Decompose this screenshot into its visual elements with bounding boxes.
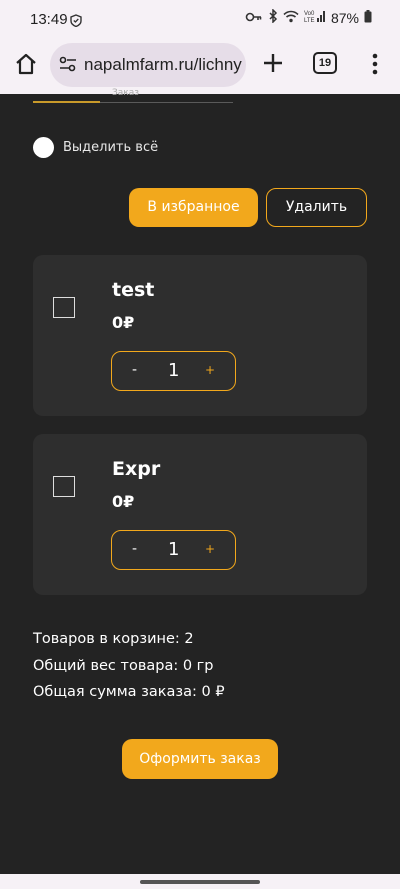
bluetooth-icon xyxy=(268,8,278,26)
cart-item: Expr 0₽ - 1 + xyxy=(33,434,367,595)
status-bar: 13:49 Vo0 LTE 87% xyxy=(0,0,400,38)
address-bar[interactable]: napalmfarm.ru/lichny xyxy=(50,43,246,87)
item-checkbox[interactable] xyxy=(53,476,75,497)
select-all-radio[interactable] xyxy=(33,137,54,158)
quantity-value: 1 xyxy=(168,360,180,381)
home-icon[interactable] xyxy=(12,50,40,78)
increase-button[interactable]: + xyxy=(205,542,215,556)
delete-button[interactable]: Удалить xyxy=(266,188,367,227)
tab-switcher-button[interactable]: 19 xyxy=(313,52,337,74)
tab-underline xyxy=(100,102,233,103)
increase-button[interactable]: + xyxy=(205,363,215,377)
cart-page: Заказ Выделить всё В избранное Удалить t… xyxy=(0,88,400,874)
cart-item: test 0₽ - 1 + xyxy=(33,255,367,416)
item-price: 0₽ xyxy=(112,313,135,332)
key-icon xyxy=(245,10,263,26)
decrease-button[interactable]: - xyxy=(132,362,137,378)
home-gesture-handle[interactable] xyxy=(140,880,260,884)
tab-orders-label[interactable]: Заказ xyxy=(112,88,139,98)
items-count: Товаров в корзине: 2 xyxy=(33,631,194,647)
more-menu-icon[interactable] xyxy=(368,51,382,77)
wifi-icon xyxy=(283,10,299,26)
new-tab-icon[interactable] xyxy=(258,48,288,78)
item-price: 0₽ xyxy=(112,492,135,511)
quantity-value: 1 xyxy=(168,539,180,560)
site-settings-icon[interactable] xyxy=(59,56,77,76)
decrease-button[interactable]: - xyxy=(132,541,137,557)
select-all[interactable]: Выделить всё xyxy=(33,137,158,158)
quantity-stepper: - 1 + xyxy=(111,351,236,391)
svg-text:LTE: LTE xyxy=(304,18,315,23)
url-text: napalmfarm.ru/lichny xyxy=(84,55,242,74)
add-to-favorites-button[interactable]: В избранное xyxy=(129,188,258,227)
battery-level: 87% xyxy=(330,9,359,26)
total-sum: Общая сумма заказа: 0 ₽ xyxy=(33,684,225,700)
shield-icon xyxy=(70,12,82,31)
item-name: Expr xyxy=(112,458,161,480)
system-nav-bar xyxy=(0,874,400,889)
total-weight: Общий вес товара: 0 гр xyxy=(33,658,214,674)
battery-icon xyxy=(364,9,372,26)
lte-signal-icon: Vo0 LTE xyxy=(304,9,326,26)
browser-toolbar: napalmfarm.ru/lichny 19 xyxy=(0,38,400,94)
item-name: test xyxy=(112,279,155,301)
select-all-label: Выделить всё xyxy=(63,140,159,155)
tab-underline-active xyxy=(33,101,100,103)
quantity-stepper: - 1 + xyxy=(111,530,236,570)
svg-text:Vo0: Vo0 xyxy=(304,11,315,17)
status-time: 13:49 xyxy=(30,11,68,28)
checkout-button[interactable]: Оформить заказ xyxy=(122,739,278,779)
item-checkbox[interactable] xyxy=(53,297,75,318)
